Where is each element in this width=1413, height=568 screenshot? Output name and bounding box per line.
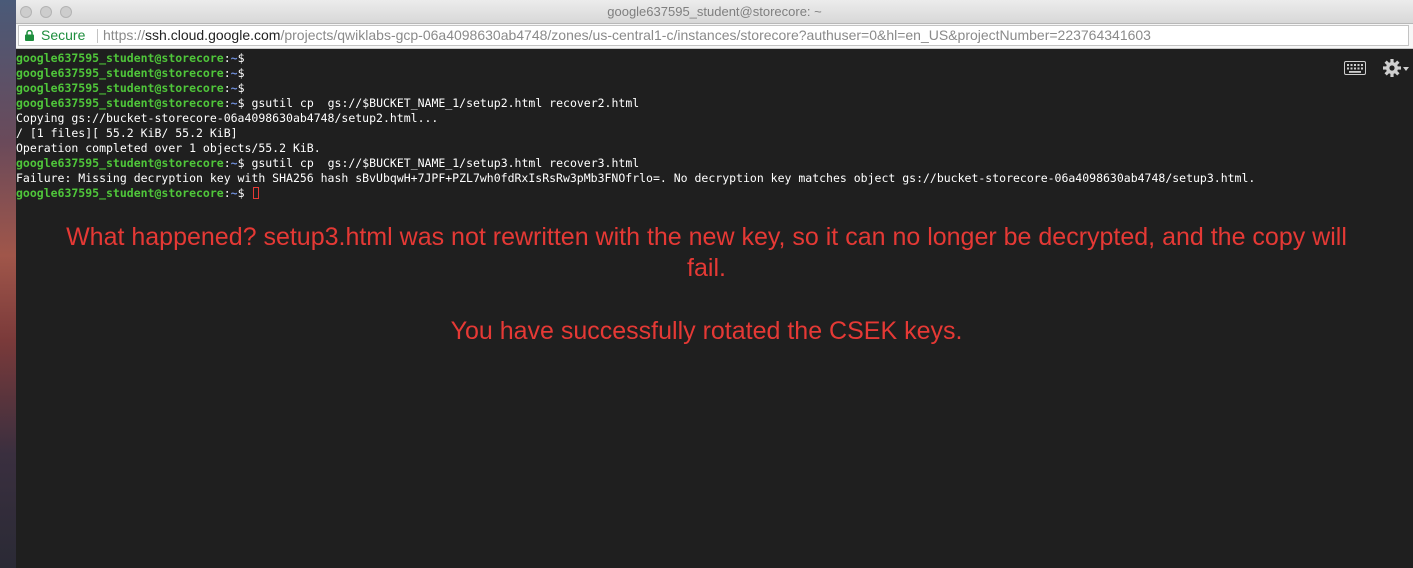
terminal[interactable]: google637595_student@storecore:~$ google6… <box>16 49 1413 568</box>
url-path: /projects/qwiklabs-gcp-06a4098630ab4748/… <box>280 27 1151 43</box>
prompt-user: google637595_student@storecore <box>16 66 224 80</box>
prompt-dollar: $ <box>237 66 245 80</box>
prompt-path: ~ <box>230 96 238 110</box>
prompt-path: ~ <box>230 81 238 95</box>
url-field[interactable]: Secure https://ssh.cloud.google.com/proj… <box>18 25 1409 46</box>
prompt-colon: : <box>223 66 231 80</box>
prompt-path: ~ <box>230 66 238 80</box>
url-scheme: https:// <box>103 27 146 43</box>
window-title: google637595_student@storecore: ~ <box>607 4 822 19</box>
prompt-dollar: $ <box>237 96 245 110</box>
terminal-prompt-line: google637595_student@storecore:~$ gsutil… <box>16 156 639 171</box>
prompt-colon: : <box>223 96 231 110</box>
prompt-command <box>245 186 252 200</box>
prompt-command: gsutil cp gs://$BUCKET_NAME_1/setup3.htm… <box>244 156 640 170</box>
terminal-prompt-line: google637595_student@storecore:~$ gsutil… <box>16 96 639 111</box>
prompt-user: google637595_student@storecore <box>16 186 224 200</box>
terminal-prompt-line: google637595_student@storecore:~$ <box>16 81 245 96</box>
prompt-dollar: $ <box>237 51 245 65</box>
prompt-colon: : <box>223 51 231 65</box>
url-text: https://ssh.cloud.google.com/projects/qw… <box>103 26 1151 45</box>
url-separator <box>97 29 98 43</box>
prompt-dollar: $ <box>237 156 245 170</box>
gear-icon[interactable] <box>1382 58 1410 78</box>
url-host: ssh.cloud.google.com <box>145 27 281 43</box>
prompt-user: google637595_student@storecore <box>16 96 224 110</box>
annotation-line-2: fail. <box>687 254 726 282</box>
annotation-line-3: You have successfully rotated the CSEK k… <box>450 317 963 345</box>
prompt-path: ~ <box>230 186 238 200</box>
terminal-prompt-line: google637595_student@storecore:~$ <box>16 51 245 66</box>
lock-icon <box>25 30 34 41</box>
terminal-output-line: / [1 files][ 55.2 KiB/ 55.2 KiB] <box>16 126 238 140</box>
prompt-colon: : <box>223 156 231 170</box>
prompt-user: google637595_student@storecore <box>16 156 224 170</box>
browser-window: google637595_student@storecore: ~ Secure… <box>16 0 1413 568</box>
prompt-colon: : <box>223 186 231 200</box>
prompt-dollar: $ <box>237 186 245 200</box>
prompt-path: ~ <box>230 51 238 65</box>
terminal-output-line: Copying gs://bucket-storecore-06a4098630… <box>16 111 439 125</box>
prompt-colon: : <box>223 81 231 95</box>
terminal-prompt-line: google637595_student@storecore:~$ <box>16 66 245 81</box>
terminal-cursor <box>253 187 260 199</box>
prompt-command: gsutil cp gs://$BUCKET_NAME_1/setup2.htm… <box>244 96 640 110</box>
terminal-prompt-line: google637595_student@storecore:~$ <box>16 186 260 201</box>
prompt-user: google637595_student@storecore <box>16 81 224 95</box>
terminal-output-line: Failure: Missing decryption key with SHA… <box>16 171 1256 185</box>
secure-label: Secure <box>41 27 86 43</box>
annotation-line-1: What happened? setup3.html was not rewri… <box>66 223 1347 251</box>
title-bar: google637595_student@storecore: ~ <box>16 0 1413 24</box>
prompt-dollar: $ <box>237 81 245 95</box>
terminal-output-line: Operation completed over 1 objects/55.2 … <box>16 141 321 155</box>
prompt-path: ~ <box>230 156 238 170</box>
prompt-user: google637595_student@storecore <box>16 51 224 65</box>
address-bar: Secure https://ssh.cloud.google.com/proj… <box>16 24 1413 49</box>
keyboard-icon[interactable] <box>1344 61 1366 75</box>
desktop-background <box>0 0 16 568</box>
